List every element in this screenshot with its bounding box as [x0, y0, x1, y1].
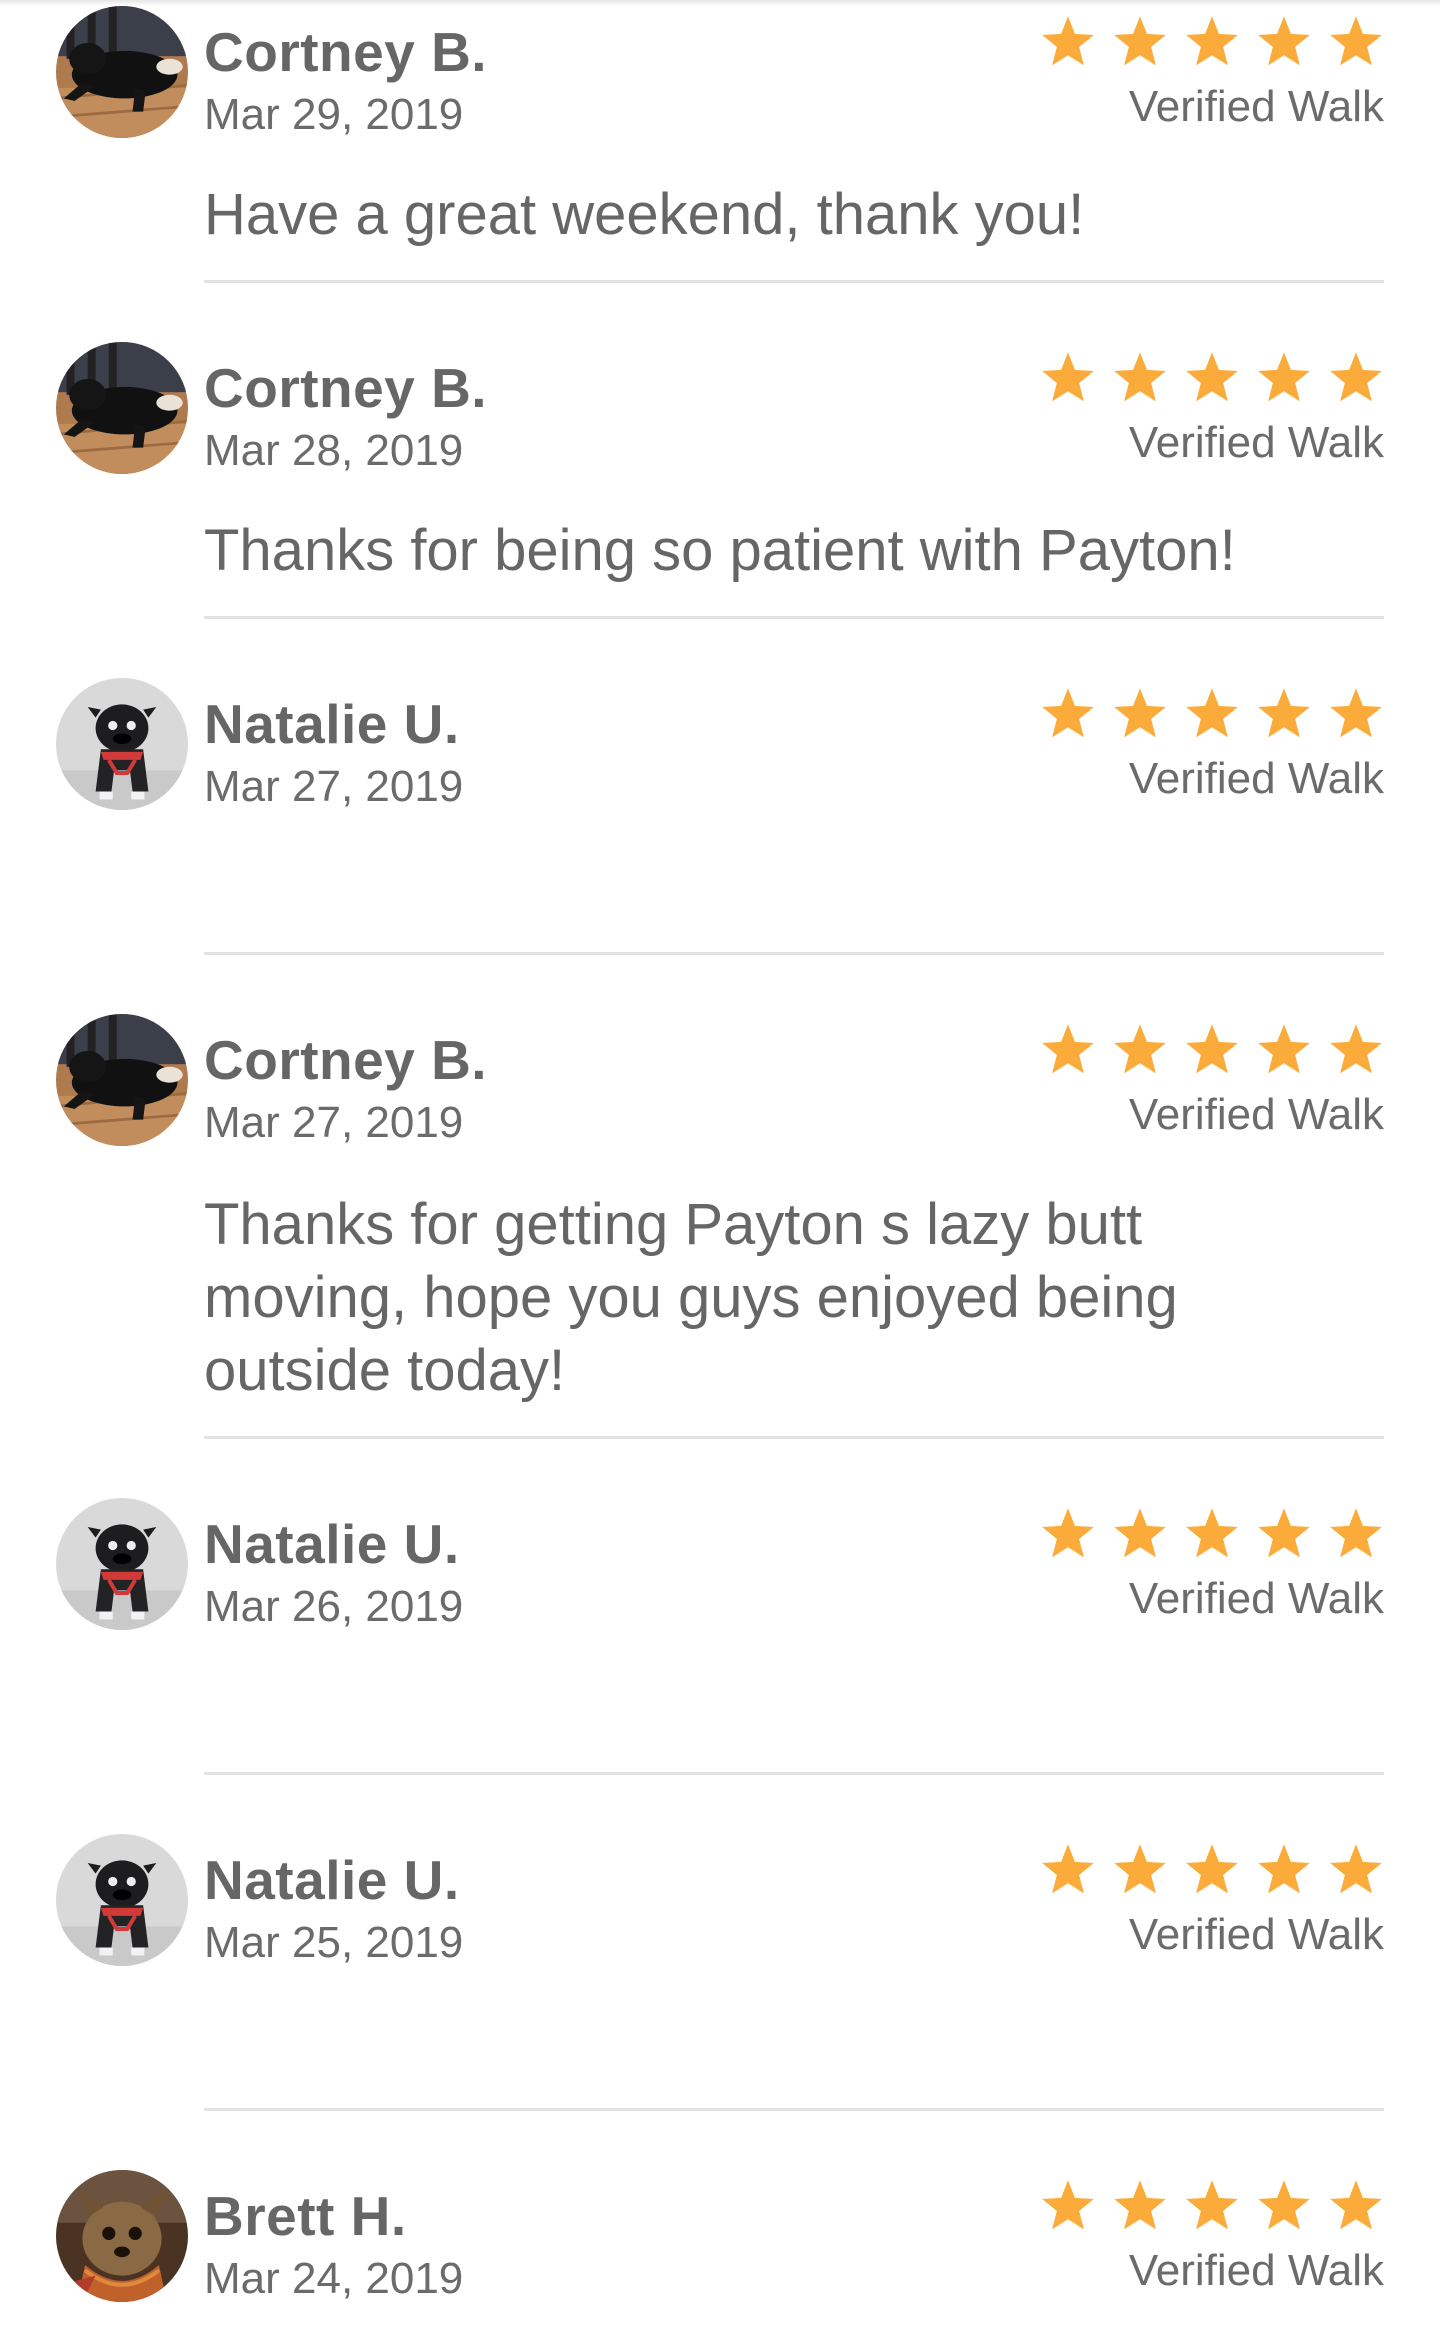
star-icon — [1112, 1022, 1168, 1078]
review-divider — [204, 1436, 1384, 1439]
verified-walk-label: Verified Walk — [1128, 1090, 1384, 1139]
star-icon — [1040, 1506, 1096, 1562]
star-icon — [1112, 14, 1168, 70]
verified-walk-label: Verified Walk — [1128, 1574, 1384, 1623]
star-icon — [1256, 2178, 1312, 2234]
review-date: Mar 29, 2019 — [204, 90, 464, 139]
review-text: Thanks for getting Payton s lazy butt mo… — [204, 1192, 1178, 1403]
star-icon — [1040, 1842, 1096, 1898]
star-icon — [1256, 686, 1312, 742]
star-icon — [1328, 1022, 1384, 1078]
star-icon — [1184, 1022, 1240, 1078]
reviewer-name: Natalie U. — [204, 693, 460, 755]
reviewer-name: Brett H. — [204, 2185, 407, 2247]
pug-avatar-icon[interactable] — [56, 1498, 188, 1630]
black-dog-on-floor-avatar-icon[interactable] — [56, 342, 188, 474]
star-icon — [1256, 350, 1312, 406]
star-icon — [1184, 14, 1240, 70]
star-icon — [1256, 1506, 1312, 1562]
star-icon — [1256, 14, 1312, 70]
verified-walk-label: Verified Walk — [1128, 1910, 1384, 1959]
star-icon — [1328, 1506, 1384, 1562]
star-rating — [1040, 14, 1384, 70]
star-icon — [1328, 350, 1384, 406]
star-icon — [1184, 350, 1240, 406]
black-dog-on-floor-avatar-icon[interactable] — [56, 6, 188, 138]
star-icon — [1184, 1506, 1240, 1562]
verified-walk-label: Verified Walk — [1128, 754, 1384, 803]
review-date: Mar 27, 2019 — [204, 1098, 464, 1147]
reviewer-name: Cortney B. — [204, 357, 488, 419]
star-icon — [1184, 2178, 1240, 2234]
review-divider — [204, 952, 1384, 955]
review-date: Mar 25, 2019 — [204, 1918, 464, 1967]
star-icon — [1112, 2178, 1168, 2234]
small-dog-avatar-icon[interactable] — [56, 2170, 188, 2302]
review-text: Thanks for being so patient with Payton! — [204, 518, 1236, 583]
star-icon — [1256, 1842, 1312, 1898]
top-shadow — [0, 0, 1440, 6]
verified-walk-label: Verified Walk — [1128, 2246, 1384, 2295]
star-icon — [1112, 686, 1168, 742]
review-date: Mar 24, 2019 — [204, 2254, 464, 2303]
review-divider — [204, 1772, 1384, 1775]
star-icon — [1040, 1022, 1096, 1078]
star-icon — [1328, 1842, 1384, 1898]
verified-walk-label: Verified Walk — [1128, 82, 1384, 131]
star-icon — [1040, 14, 1096, 70]
star-icon — [1256, 1022, 1312, 1078]
star-icon — [1328, 14, 1384, 70]
review-date: Mar 28, 2019 — [204, 426, 464, 475]
star-icon — [1040, 350, 1096, 406]
star-icon — [1184, 686, 1240, 742]
pug-avatar-icon[interactable] — [56, 678, 188, 810]
star-rating — [1040, 1022, 1384, 1078]
star-icon — [1040, 2178, 1096, 2234]
star-icon — [1328, 2178, 1384, 2234]
pug-avatar-icon[interactable] — [56, 1834, 188, 1966]
review-divider — [204, 280, 1384, 283]
star-rating — [1040, 2178, 1384, 2234]
review-date: Mar 27, 2019 — [204, 762, 464, 811]
star-icon — [1040, 686, 1096, 742]
black-dog-on-floor-avatar-icon[interactable] — [56, 1014, 188, 1146]
star-rating — [1040, 1506, 1384, 1562]
star-rating — [1040, 1842, 1384, 1898]
review-text: Have a great weekend, thank you! — [204, 182, 1085, 247]
review-date: Mar 26, 2019 — [204, 1582, 464, 1631]
star-rating — [1040, 350, 1384, 406]
star-icon — [1112, 350, 1168, 406]
reviewer-name: Cortney B. — [204, 21, 488, 83]
review-divider — [204, 616, 1384, 619]
review-divider — [204, 2108, 1384, 2111]
verified-walk-label: Verified Walk — [1128, 418, 1384, 467]
reviewer-name: Natalie U. — [204, 1513, 460, 1575]
reviewer-name: Cortney B. — [204, 1029, 488, 1091]
reviewer-name: Natalie U. — [204, 1849, 460, 1911]
star-icon — [1184, 1842, 1240, 1898]
star-icon — [1112, 1506, 1168, 1562]
star-icon — [1328, 686, 1384, 742]
star-rating — [1040, 686, 1384, 742]
star-icon — [1112, 1842, 1168, 1898]
